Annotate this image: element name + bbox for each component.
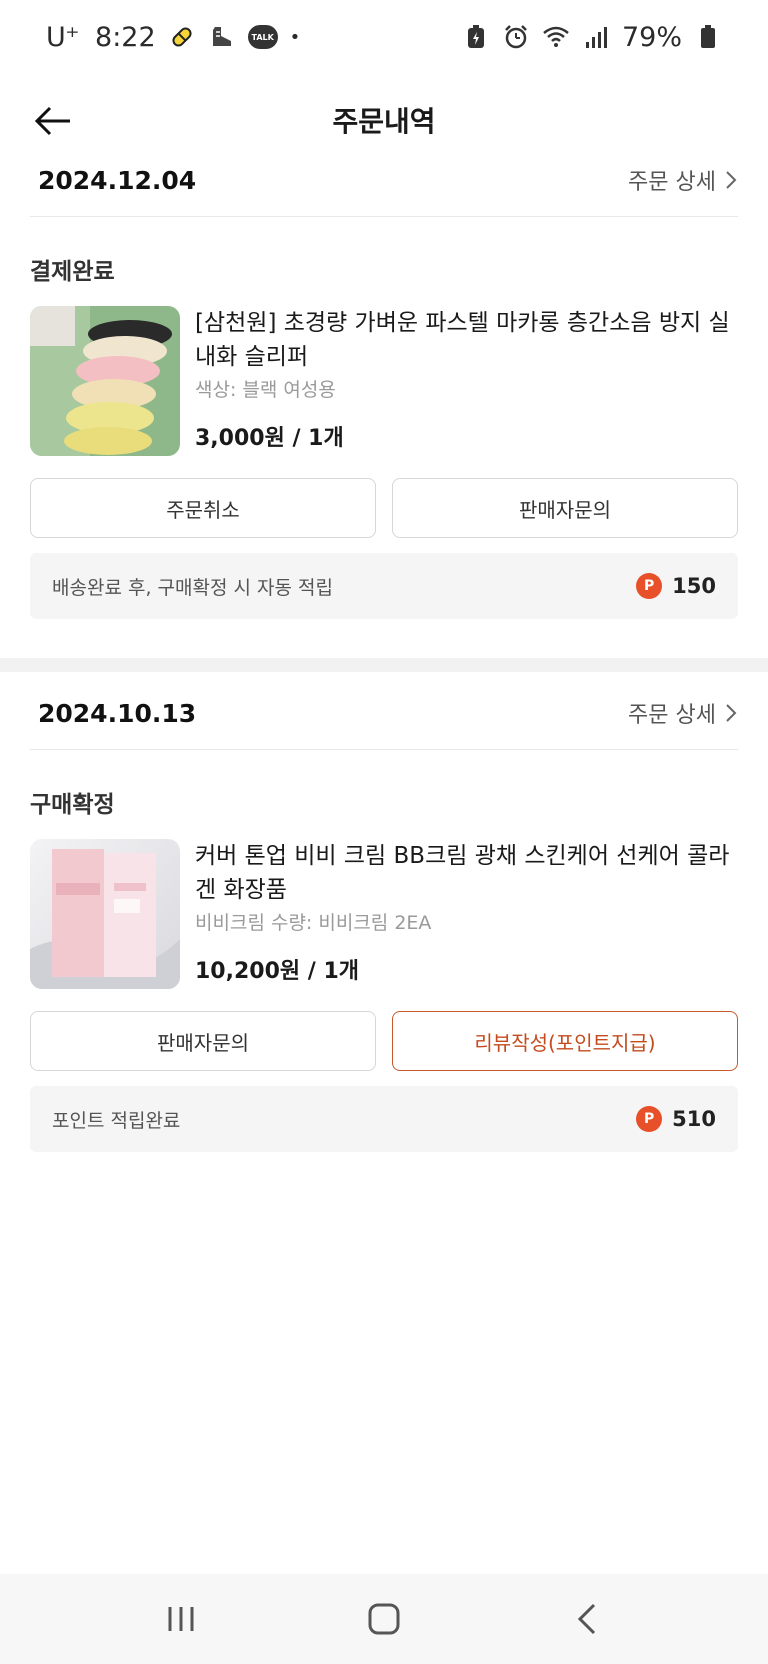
write-review-button[interactable]: 리뷰작성(포인트지급) (392, 1011, 738, 1071)
order-status: 구매확정 (30, 792, 115, 818)
home-icon (368, 1603, 400, 1635)
points-note: 배송완료 후, 구매확정 시 자동 적립 (52, 576, 333, 599)
section-divider (0, 658, 768, 672)
battery-saver-icon (462, 23, 490, 51)
order-date-row: 2024.10.13 주문 상세 (30, 677, 738, 750)
points-value-wrap: P 510 (636, 1106, 716, 1132)
product-thumbnail-bb-cream (30, 839, 180, 989)
point-icon: P (636, 573, 663, 599)
order-card: 2024.12.04 주문 상세 결제완료 [삼천원] 초경량 가벼운 파스텔 … (0, 144, 768, 624)
system-back-button[interactable] (547, 1584, 627, 1654)
alarm-icon (502, 23, 530, 51)
home-button[interactable] (344, 1584, 424, 1654)
pill-icon (168, 23, 196, 51)
order-detail-link[interactable]: 주문 상세 (628, 164, 738, 196)
cancel-order-button[interactable]: 주문취소 (30, 478, 376, 538)
status-bar: U⁺ 8:22 TALK • 79% (0, 0, 768, 74)
order-status: 결제완료 (30, 259, 115, 285)
order-detail-label: 주문 상세 (628, 703, 716, 728)
product-option: 색상: 블랙 여성용 (195, 379, 336, 401)
notification-dot: • (289, 26, 301, 48)
wifi-icon (542, 23, 570, 51)
point-icon: P (636, 1106, 663, 1132)
shoe-icon (208, 23, 236, 51)
product-row[interactable]: [삼천원] 초경량 가벼운 파스텔 마카롱 층간소음 방지 실내화 슬리퍼 색상… (30, 306, 738, 456)
order-action-row: 주문취소 판매자문의 (30, 478, 738, 538)
points-row: 포인트 적립완료 P 510 (30, 1086, 738, 1152)
product-price: 10,200원 / 1개 (195, 959, 360, 984)
seller-inquiry-button[interactable]: 판매자문의 (30, 1011, 376, 1071)
order-detail-label: 주문 상세 (628, 170, 716, 195)
product-option: 비비크림 수량: 비비크림 2EA (195, 912, 432, 934)
product-name: 커버 톤업 비비 크림 BB크림 광채 스킨케어 선케어 콜라겐 화장품 (195, 843, 730, 903)
product-price: 3,000원 / 1개 (195, 426, 344, 451)
system-nav-bar (0, 1574, 768, 1664)
status-bar-right: 79% (462, 22, 722, 53)
points-row: 배송완료 후, 구매확정 시 자동 적립 P 150 (30, 553, 738, 619)
battery-icon (694, 23, 722, 51)
status-time: 8:22 (95, 21, 156, 53)
order-date-row: 2024.12.04 주문 상세 (30, 144, 738, 217)
carrier-label: U⁺ (46, 21, 80, 53)
product-name: [삼천원] 초경량 가벼운 파스텔 마카롱 층간소음 방지 실내화 슬리퍼 (195, 310, 730, 370)
product-thumbnail-slippers (30, 306, 180, 456)
product-info: [삼천원] 초경량 가벼운 파스텔 마카롱 층간소음 방지 실내화 슬리퍼 색상… (195, 306, 738, 452)
chevron-right-icon (726, 171, 737, 189)
order-date: 2024.12.04 (38, 165, 197, 195)
order-detail-link[interactable]: 주문 상세 (628, 697, 738, 729)
points-value-wrap: P 150 (636, 573, 716, 599)
chevron-left-icon (577, 1603, 595, 1635)
points-value: 150 (672, 574, 716, 598)
product-row[interactable]: 커버 톤업 비비 크림 BB크림 광채 스킨케어 선케어 콜라겐 화장품 비비크… (30, 839, 738, 989)
seller-inquiry-button[interactable]: 판매자문의 (392, 478, 738, 538)
battery-percent: 79% (621, 21, 682, 53)
order-action-row: 판매자문의 리뷰작성(포인트지급) (30, 1011, 738, 1071)
recent-apps-button[interactable] (141, 1584, 221, 1654)
status-bar-left: U⁺ 8:22 TALK • (46, 22, 300, 53)
recent-apps-icon (168, 1607, 194, 1631)
product-info: 커버 톤업 비비 크림 BB크림 광채 스킨케어 선케어 콜라겐 화장품 비비크… (195, 839, 738, 985)
points-value: 510 (672, 1107, 716, 1131)
chevron-right-icon (726, 704, 737, 722)
points-note: 포인트 적립완료 (52, 1109, 181, 1132)
page-title: 주문내역 (332, 105, 436, 138)
signal-icon (582, 23, 610, 51)
order-card: 2024.10.13 주문 상세 구매확정 커버 톤업 비비 크림 BB크림 광… (0, 677, 768, 1157)
kakaotalk-icon: TALK (247, 25, 278, 49)
order-date: 2024.10.13 (38, 698, 197, 728)
